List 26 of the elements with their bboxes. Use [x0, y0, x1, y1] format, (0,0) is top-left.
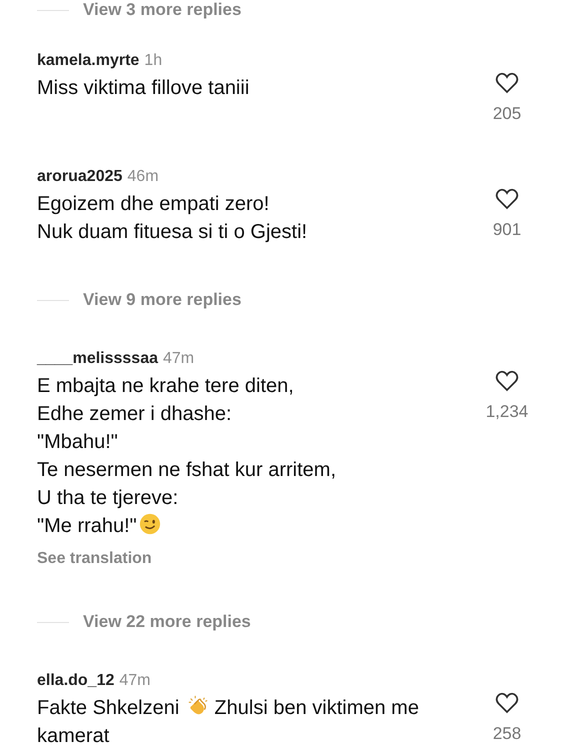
comment-time: 47m	[163, 350, 194, 368]
heart-icon[interactable]	[495, 188, 519, 210]
heart-icon[interactable]	[495, 370, 519, 392]
heart-icon[interactable]	[495, 72, 519, 94]
view-replies-link[interactable]: View 9 more replies	[83, 290, 242, 310]
heart-icon[interactable]	[495, 692, 519, 714]
username[interactable]: arorua2025	[37, 168, 122, 186]
winking-face-icon	[138, 513, 161, 535]
comment-time: 46m	[127, 168, 159, 186]
username[interactable]: ella.do_12	[37, 672, 114, 690]
view-replies-link[interactable]: View 3 more replies	[83, 0, 242, 20]
like-count: 1,234	[486, 402, 528, 422]
clapping-hands-icon	[186, 695, 209, 717]
username[interactable]: kamela.myrte	[37, 52, 140, 70]
see-translation-link[interactable]: See translation	[37, 550, 152, 568]
like-count: 901	[492, 220, 522, 240]
like-count: 205	[492, 104, 522, 124]
comment-text: Fakte Shkelzeni Zhulsi ben viktimen me kamerat	[37, 694, 420, 749]
username[interactable]: ____melissssaa	[37, 350, 158, 368]
view-replies-link[interactable]: View 22 more replies	[83, 612, 251, 632]
comment-text: E mbajta ne krahe tere diten, Edhe zemer i dhashe: "Mbahu!" Te nesermen ne fshat kur arritem, U tha te tjereve: "Me rrahu!"	[37, 374, 338, 539]
comment-text: Egoizem dhe empati zero! Nuk duam fituesa si ti o Gjesti!	[37, 192, 308, 245]
comment-time: 47m	[119, 672, 150, 690]
like-count: 258	[492, 724, 522, 744]
comment-text: Miss viktima fillove taniii	[37, 76, 250, 101]
comment-time: 1h	[144, 52, 162, 70]
